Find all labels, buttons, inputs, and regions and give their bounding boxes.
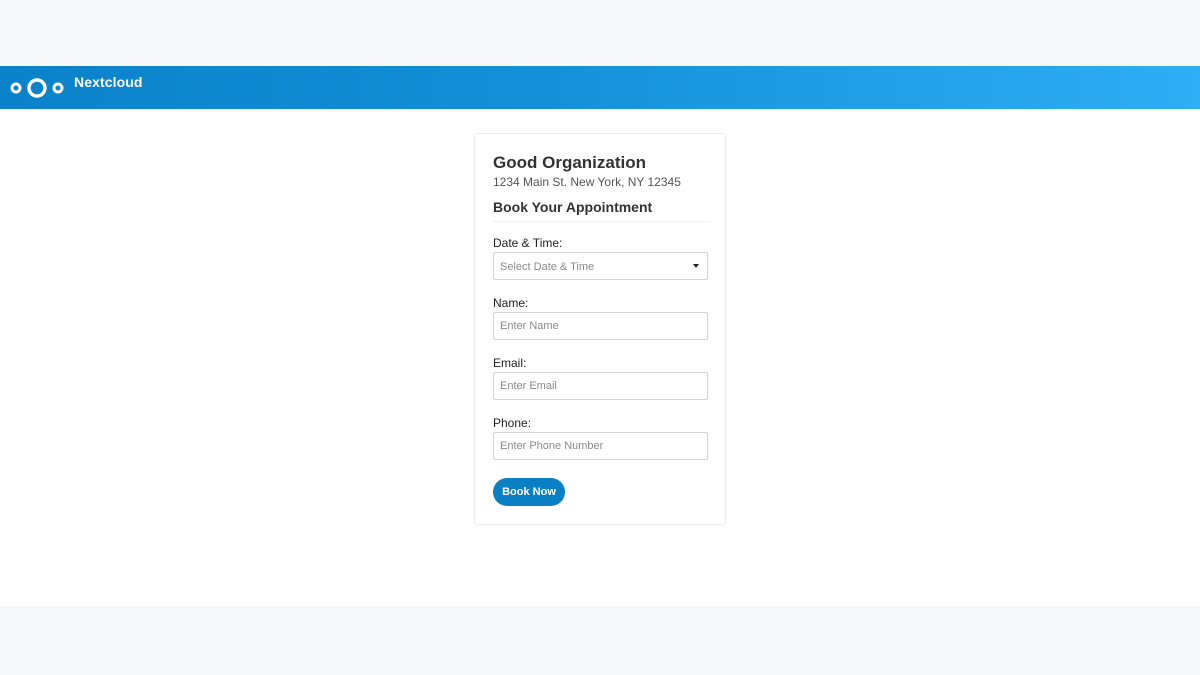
title-divider bbox=[493, 221, 709, 222]
organization-address: 1234 Main St. New York, NY 12345 bbox=[493, 175, 681, 189]
date-time-select[interactable]: Select Date & Time bbox=[493, 252, 708, 280]
organization-name: Good Organization bbox=[493, 153, 646, 172]
chevron-down-icon bbox=[693, 264, 699, 268]
footer-background bbox=[0, 606, 1200, 675]
date-time-select-placeholder: Select Date & Time bbox=[500, 261, 595, 273]
date-time-label: Date & Time: bbox=[493, 236, 563, 250]
booking-form-title: Book Your Appointment bbox=[493, 199, 653, 215]
email-input[interactable] bbox=[493, 372, 708, 400]
nextcloud-logo-icon[interactable] bbox=[10, 77, 64, 99]
name-label: Name: bbox=[493, 296, 529, 310]
email-label: Email: bbox=[493, 356, 527, 370]
app-header: Nextcloud bbox=[0, 66, 1200, 109]
brand-name: Nextcloud bbox=[74, 74, 143, 90]
top-bar-background bbox=[0, 0, 1200, 66]
name-input[interactable] bbox=[493, 312, 708, 340]
phone-input[interactable] bbox=[493, 432, 708, 460]
phone-label: Phone: bbox=[493, 416, 532, 430]
booking-card: Good Organization 1234 Main St. New York… bbox=[474, 133, 726, 525]
book-now-button[interactable]: Book Now bbox=[493, 478, 565, 506]
